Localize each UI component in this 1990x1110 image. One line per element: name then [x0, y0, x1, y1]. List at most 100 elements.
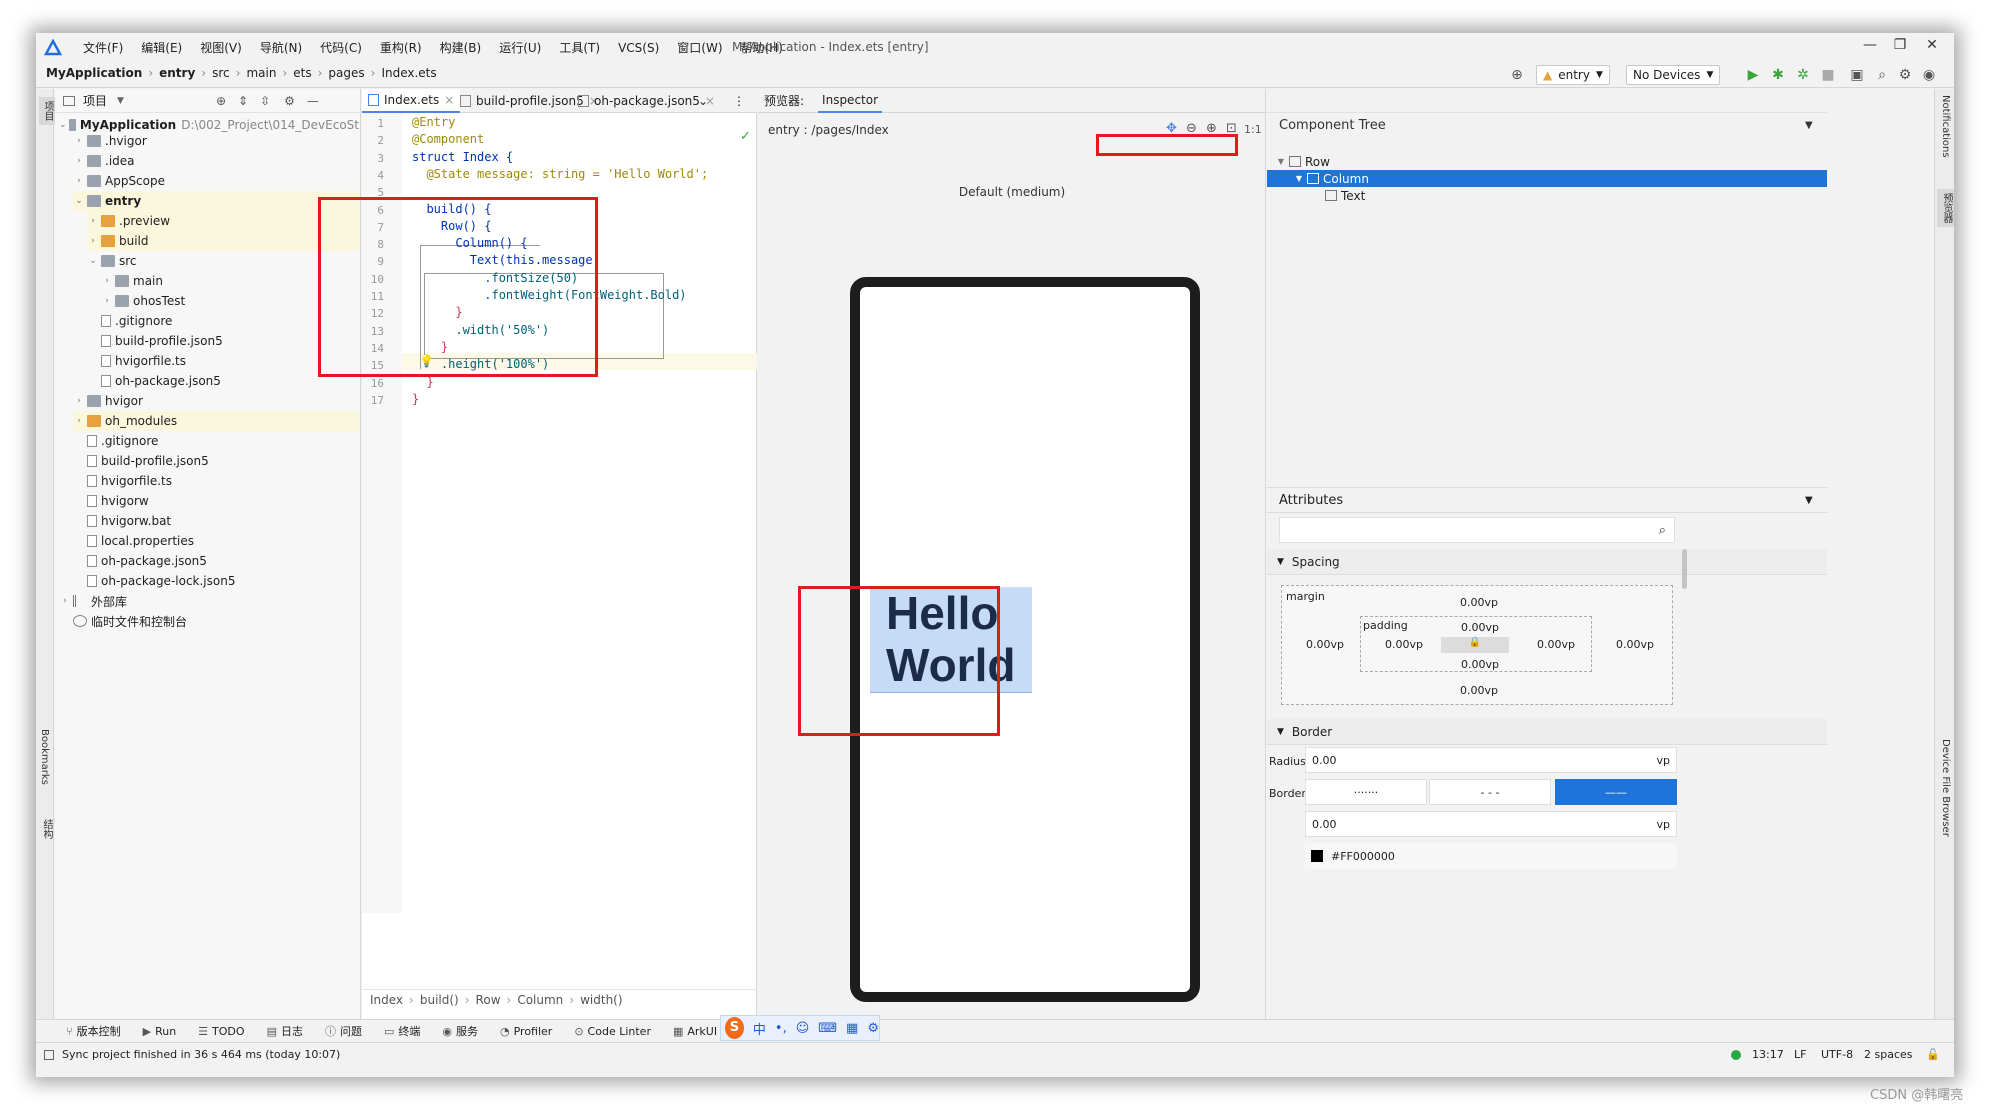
color-swatch[interactable] [1311, 850, 1323, 862]
previewer-tool-button[interactable]: 预览器 [1937, 189, 1954, 227]
breadcrumb-item[interactable]: pages [328, 66, 364, 80]
expand-arrow-icon[interactable]: ▼ [1293, 174, 1305, 183]
breadcrumb-item[interactable]: ets [293, 66, 311, 80]
ime-mode[interactable]: 中 [753, 1019, 766, 1038]
project-tree-item[interactable]: hvigorfile.ts [87, 351, 359, 371]
locate-icon[interactable]: ⊕ [216, 94, 226, 108]
notifications-tool-button[interactable]: Notifications [1940, 95, 1951, 158]
file-encoding[interactable]: UTF-8 [1821, 1048, 1853, 1061]
collapse-arrow-icon[interactable]: › [73, 136, 85, 146]
options-icon[interactable]: ⚙ [284, 94, 295, 108]
code-line[interactable]: @Component [412, 132, 484, 146]
attribute-search-input[interactable]: ⌕ [1279, 517, 1675, 543]
project-tree-item[interactable]: › 外部库 [59, 591, 359, 611]
bottom-tool-0[interactable]: ⑂ 版本控制 [66, 1023, 121, 1039]
component-tree-item[interactable]: ▼ Row [1267, 153, 1827, 170]
code-line[interactable]: @Entry [412, 115, 455, 129]
menu-item[interactable]: 视图(V) [191, 39, 251, 56]
settings-icon[interactable]: ⚙ [1896, 66, 1914, 84]
lock-icon[interactable]: 🔒 [1441, 637, 1509, 653]
stop-icon[interactable]: ■ [1819, 66, 1837, 84]
attach-debugger-icon[interactable]: ✲ [1794, 66, 1812, 84]
collapse-arrow-icon[interactable]: › [101, 296, 113, 306]
menu-item[interactable]: 文件(F) [74, 39, 132, 56]
code-line[interactable]: .width('50%') [412, 323, 549, 337]
structure-tool-button[interactable]: 结构 [39, 819, 54, 839]
bottom-tool-6[interactable]: ◉ 服务 [442, 1023, 478, 1039]
chevron-down-icon[interactable]: ▼ [1805, 120, 1813, 131]
bottom-tool-4[interactable]: ⓘ 问题 [325, 1023, 362, 1039]
bottom-tool-5[interactable]: ▭ 终端 [384, 1023, 420, 1039]
project-tree-item[interactable]: › main [101, 271, 359, 291]
project-tree-item[interactable]: 临时文件和控制台 [59, 611, 359, 631]
device-select[interactable]: No Devices ▼ [1626, 65, 1721, 85]
expand-arrow-icon[interactable]: ▼ [1275, 157, 1287, 166]
search-icon[interactable]: ⌕ [1873, 66, 1891, 84]
caret-position[interactable]: 13:17 [1752, 1048, 1784, 1061]
project-tool-button[interactable]: 项目 [39, 97, 56, 125]
close-icon[interactable]: × [444, 93, 454, 107]
padding-right-value[interactable]: 0.00vp [1537, 638, 1575, 651]
project-tree-item[interactable]: › hvigor [73, 391, 359, 411]
collapse-arrow-icon[interactable]: › [87, 216, 99, 226]
code-line[interactable]: } [412, 375, 433, 389]
radius-input[interactable]: 0.00 vp [1305, 747, 1677, 773]
margin-top-value[interactable]: 0.00vp [1460, 596, 1498, 609]
chevron-down-icon[interactable]: ▼ [1805, 495, 1813, 506]
zoom-out-icon[interactable]: ⊖ [1186, 121, 1197, 136]
project-tree-item[interactable]: oh-package.json5 [87, 371, 359, 391]
tab-index-ets[interactable]: Index.ets × [362, 89, 461, 113]
target-icon[interactable]: ⊕ [1508, 66, 1526, 84]
menu-item[interactable]: 窗口(W) [668, 39, 731, 56]
expand-arrow-icon[interactable]: ⌄ [87, 256, 99, 266]
punctuation-icon[interactable]: •, [775, 1021, 787, 1036]
scrollbar[interactable] [1682, 549, 1687, 589]
editor-breadcrumb-item[interactable]: Index [370, 993, 403, 1007]
inspector-mode-icon[interactable]: ✥ [1166, 121, 1177, 136]
close-icon[interactable]: ✕ [1918, 37, 1946, 57]
breadcrumb-item[interactable]: main [246, 66, 276, 80]
collapse-arrow-icon[interactable]: › [87, 236, 99, 246]
collapse-all-icon[interactable]: ⇳ [260, 94, 270, 108]
project-tree-item[interactable]: local.properties [73, 531, 359, 551]
border-color-input[interactable]: #FF000000 [1305, 843, 1677, 869]
restore-icon[interactable]: ❐ [1886, 37, 1914, 57]
border-style-dashed[interactable]: - - - [1429, 779, 1551, 805]
more-tabs-icon[interactable]: ⌄ [692, 89, 714, 113]
breadcrumb-item[interactable]: entry [159, 66, 195, 80]
code-line[interactable]: .fontWeight(FontWeight.Bold) [412, 288, 686, 302]
bottom-tool-2[interactable]: ☰ TODO [198, 1025, 244, 1038]
code-line[interactable]: .height('100%') [412, 357, 549, 371]
device-manager-icon[interactable]: ▣ [1848, 66, 1866, 84]
breadcrumb-item[interactable]: MyApplication [46, 66, 142, 80]
menu-item[interactable]: 代码(C) [311, 39, 371, 56]
code-line[interactable]: Column() { [412, 236, 527, 250]
account-icon[interactable]: ◉ [1920, 66, 1938, 84]
bookmarks-tool-button[interactable]: Bookmarks [39, 729, 50, 785]
hello-world-text[interactable]: Hello World [870, 587, 1032, 693]
expand-arrow-icon[interactable]: ⌄ [59, 120, 67, 130]
expand-all-icon[interactable]: ⇕ [238, 94, 248, 108]
settings-icon[interactable]: ⚙ [867, 1021, 879, 1036]
collapse-arrow-icon[interactable]: › [73, 396, 85, 406]
menu-item[interactable]: 工具(T) [550, 39, 609, 56]
collapse-arrow-icon[interactable]: › [73, 176, 85, 186]
editor-breadcrumb-item[interactable]: build() [420, 993, 459, 1007]
run-config-select[interactable]: ▲ entry ▼ [1536, 65, 1610, 85]
menu-item[interactable]: 导航(N) [251, 39, 311, 56]
menu-item[interactable]: 编辑(E) [132, 39, 191, 56]
project-tree-item[interactable]: hvigorfile.ts [73, 471, 359, 491]
code-line[interactable]: @State message: string = 'Hello World'; [412, 167, 708, 181]
project-tree-item[interactable]: ⌄ entry [73, 191, 359, 211]
margin-bottom-value[interactable]: 0.00vp [1460, 684, 1498, 697]
project-tree-item[interactable]: › AppScope [73, 171, 359, 191]
project-tree-item[interactable]: hvigorw.bat [73, 511, 359, 531]
menu-item[interactable]: VCS(S) [609, 41, 668, 55]
project-tree-item[interactable]: › .hvigor [73, 131, 359, 151]
code-line[interactable]: struct Index { [412, 150, 513, 164]
project-tree-item[interactable]: build-profile.json5 [87, 331, 359, 351]
collapse-arrow-icon[interactable]: › [101, 276, 113, 286]
component-tree-item[interactable]: ▼ Column [1267, 170, 1827, 187]
line-separator[interactable]: LF [1794, 1048, 1806, 1061]
run-icon[interactable]: ▶ [1744, 66, 1762, 84]
